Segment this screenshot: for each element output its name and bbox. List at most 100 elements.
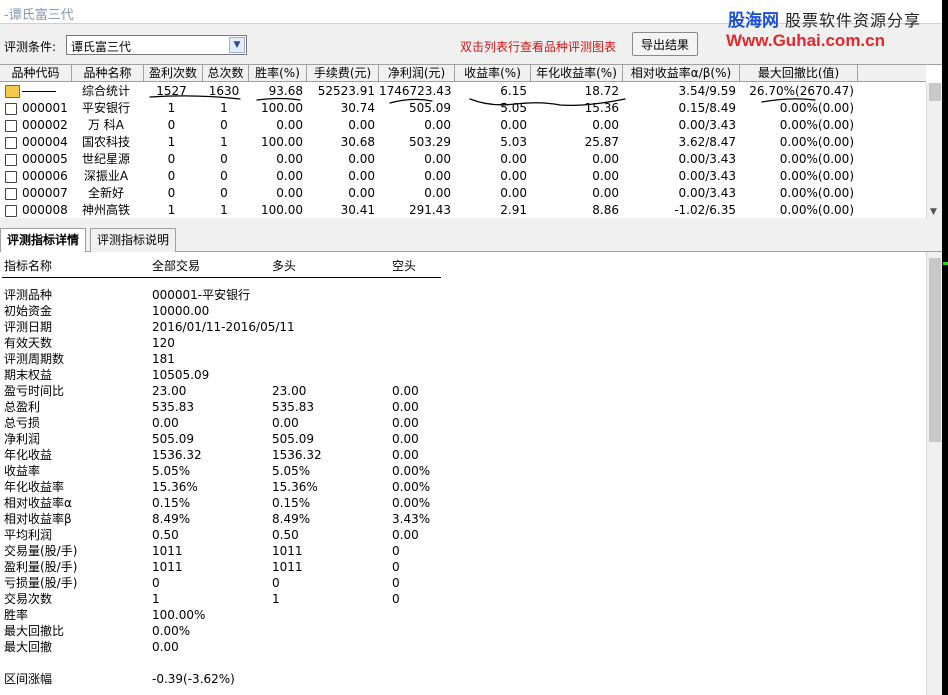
- condition-dropdown[interactable]: 谭氏富三代 ▼: [66, 35, 247, 55]
- value-long: 1536.32: [272, 448, 322, 462]
- cell-alpha-beta: 0.00/3.43: [678, 152, 736, 166]
- value-short: 0.00: [392, 448, 419, 462]
- table-row[interactable]: 000006 深振业A 0 0 0.00 0.00 0.00 0.00 0.00 0.00/3.4…: [0, 168, 926, 185]
- tab-metric-notes[interactable]: 评测指标说明: [90, 228, 177, 252]
- cell-fee: 52523.91: [317, 84, 375, 98]
- cell-max-drawdown: 0.00%(0.00): [779, 169, 854, 183]
- metric-name: 有效天数: [4, 336, 53, 350]
- checkbox-icon[interactable]: [5, 120, 17, 132]
- edge-marker: [943, 262, 948, 265]
- detail-scroll-thumb[interactable]: [929, 258, 941, 442]
- column-header-fee[interactable]: 手续费(元): [307, 65, 379, 82]
- value-all: 1011: [152, 560, 183, 574]
- detail-row: 年化收益 1536.32 1536.32 0.00: [0, 447, 926, 463]
- table-row-summary[interactable]: 综合统计 1527 1630 93.68 52523.91 1746723.43 6.15 1…: [0, 83, 926, 100]
- cell-alpha-beta: 0.00/3.43: [678, 118, 736, 132]
- metric-name: 初始资金: [4, 304, 53, 318]
- detail-row: 初始资金 10000.00: [0, 303, 926, 319]
- table-row[interactable]: 000008 神州高铁 1 1 100.00 30.41 291.43 2.91 8.86 -1.…: [0, 202, 926, 219]
- detail-row: 平均利润 0.50 0.50 0.00: [0, 527, 926, 543]
- table-row[interactable]: 000002 万 科A 0 0 0.00 0.00 0.00 0.00 0.00 0.00/3.4…: [0, 117, 926, 134]
- cell-code: 000001: [22, 101, 68, 115]
- column-header-code[interactable]: 品种代码: [0, 65, 72, 82]
- table-scrollbar[interactable]: ▼: [926, 83, 942, 219]
- cell-win-count: 1: [167, 203, 176, 217]
- column-header-alpha-beta[interactable]: 相对收益率α/β(%): [623, 65, 740, 82]
- table-row[interactable]: 000005 世纪星源 0 0 0.00 0.00 0.00 0.00 0.00 0.00/3.4…: [0, 151, 926, 168]
- value-short: 0: [392, 544, 400, 558]
- value-long: 1011: [272, 544, 303, 558]
- detail-row: 相对收益率α 0.15% 0.15% 0.00%: [0, 495, 926, 511]
- detail-row: 区间涨幅 -0.39(-3.62%): [0, 671, 926, 687]
- cell-return: 0.00: [500, 152, 527, 166]
- metric-name: 相对收益率β: [4, 512, 72, 526]
- cell-code: 000006: [22, 169, 68, 183]
- cell-return: 5.05: [500, 101, 527, 115]
- detail-row: 期末权益 10505.09: [0, 367, 926, 383]
- cell-fee: 30.41: [340, 203, 375, 217]
- value-long: 23.00: [272, 384, 307, 398]
- cell-annual-return: 18.72: [584, 84, 619, 98]
- column-header-return[interactable]: 收益率(%): [455, 65, 531, 82]
- column-header-win-rate[interactable]: 胜率(%): [249, 65, 307, 82]
- table-row[interactable]: 000004 国农科技 1 1 100.00 30.68 503.29 5.03 25.87 3.…: [0, 134, 926, 151]
- value-all: 0.15%: [152, 496, 191, 510]
- metric-name: 亏损量(股/手): [4, 576, 78, 590]
- detail-row: 最大回撤 0.00: [0, 639, 926, 655]
- cell-return: 0.00: [500, 186, 527, 200]
- table-scroll-thumb[interactable]: [929, 83, 941, 101]
- table-row[interactable]: 000001 平安银行 1 1 100.00 30.74 505.09 5.05 15.36 0.…: [0, 100, 926, 117]
- column-header-win-count[interactable]: 盈利次数: [144, 65, 203, 82]
- export-results-button[interactable]: 导出结果: [632, 32, 698, 56]
- value-all: 10505.09: [152, 368, 210, 382]
- metric-name: 最大回撤比: [4, 624, 65, 638]
- cell-max-drawdown: 0.00%(0.00): [779, 135, 854, 149]
- metric-name: 最大回撤: [4, 640, 53, 654]
- scroll-down-icon[interactable]: ▼: [930, 207, 937, 217]
- checkbox-icon[interactable]: [5, 154, 17, 166]
- detail-header-metric: 指标名称: [4, 259, 53, 273]
- checkbox-icon[interactable]: [5, 137, 17, 149]
- checkbox-icon[interactable]: [5, 205, 17, 217]
- value-short: 0.00: [392, 384, 419, 398]
- metric-name: 评测周期数: [4, 352, 65, 366]
- metric-name: 平均利润: [4, 528, 53, 542]
- value-all: 000001-平安银行: [152, 288, 251, 302]
- cell-net-profit: 1746723.43: [379, 84, 451, 98]
- cell-net-profit: 505.09: [409, 101, 451, 115]
- detail-scrollbar[interactable]: [926, 252, 942, 695]
- cell-code: 000007: [22, 186, 68, 200]
- column-header-total-count[interactable]: 总次数: [203, 65, 249, 82]
- window-title: -谭氏富三代: [4, 8, 74, 23]
- cell-win-rate: 0.00: [276, 152, 303, 166]
- cell-return: 0.00: [500, 169, 527, 183]
- value-short: 0.00: [392, 416, 419, 430]
- cell-fee: 30.74: [340, 101, 375, 115]
- cell-alpha-beta: -1.02/6.35: [674, 203, 736, 217]
- detail-row: 收益率 5.05% 5.05% 0.00%: [0, 463, 926, 479]
- checkbox-icon[interactable]: [5, 188, 17, 200]
- checkbox-icon[interactable]: [5, 171, 17, 183]
- value-long: 0.15%: [272, 496, 311, 510]
- column-header-name[interactable]: 品种名称: [72, 65, 144, 82]
- table-row[interactable]: 000007 全新好 0 0 0.00 0.00 0.00 0.00 0.00 0.00/3.43…: [0, 185, 926, 202]
- cell-win-count: 0: [167, 118, 176, 132]
- cell-code: 000004: [22, 135, 68, 149]
- condition-value: 谭氏富三代: [71, 40, 132, 54]
- column-header-net-profit[interactable]: 净利润(元): [379, 65, 455, 82]
- column-header-annual-return[interactable]: 年化收益率(%): [531, 65, 623, 82]
- value-short: 0: [392, 592, 400, 606]
- cell-alpha-beta: 3.54/9.59: [678, 84, 736, 98]
- checkbox-icon[interactable]: [5, 103, 17, 115]
- detail-row: 亏损量(股/手) 0 0 0: [0, 575, 926, 591]
- tab-metric-details[interactable]: 评测指标详情: [0, 228, 87, 253]
- column-header-max-drawdown[interactable]: 最大回撤比(值): [740, 65, 858, 82]
- detail-row: 总亏损 0.00 0.00 0.00: [0, 415, 926, 431]
- value-all: 0: [152, 576, 160, 590]
- cell-return: 0.00: [500, 118, 527, 132]
- cell-win-rate: 0.00: [276, 118, 303, 132]
- cell-name: 综合统计: [81, 84, 130, 98]
- chevron-down-icon[interactable]: ▼: [229, 37, 245, 53]
- detail-row: 总盈利 535.83 535.83 0.00: [0, 399, 926, 415]
- detail-header-long: 多头: [272, 259, 297, 273]
